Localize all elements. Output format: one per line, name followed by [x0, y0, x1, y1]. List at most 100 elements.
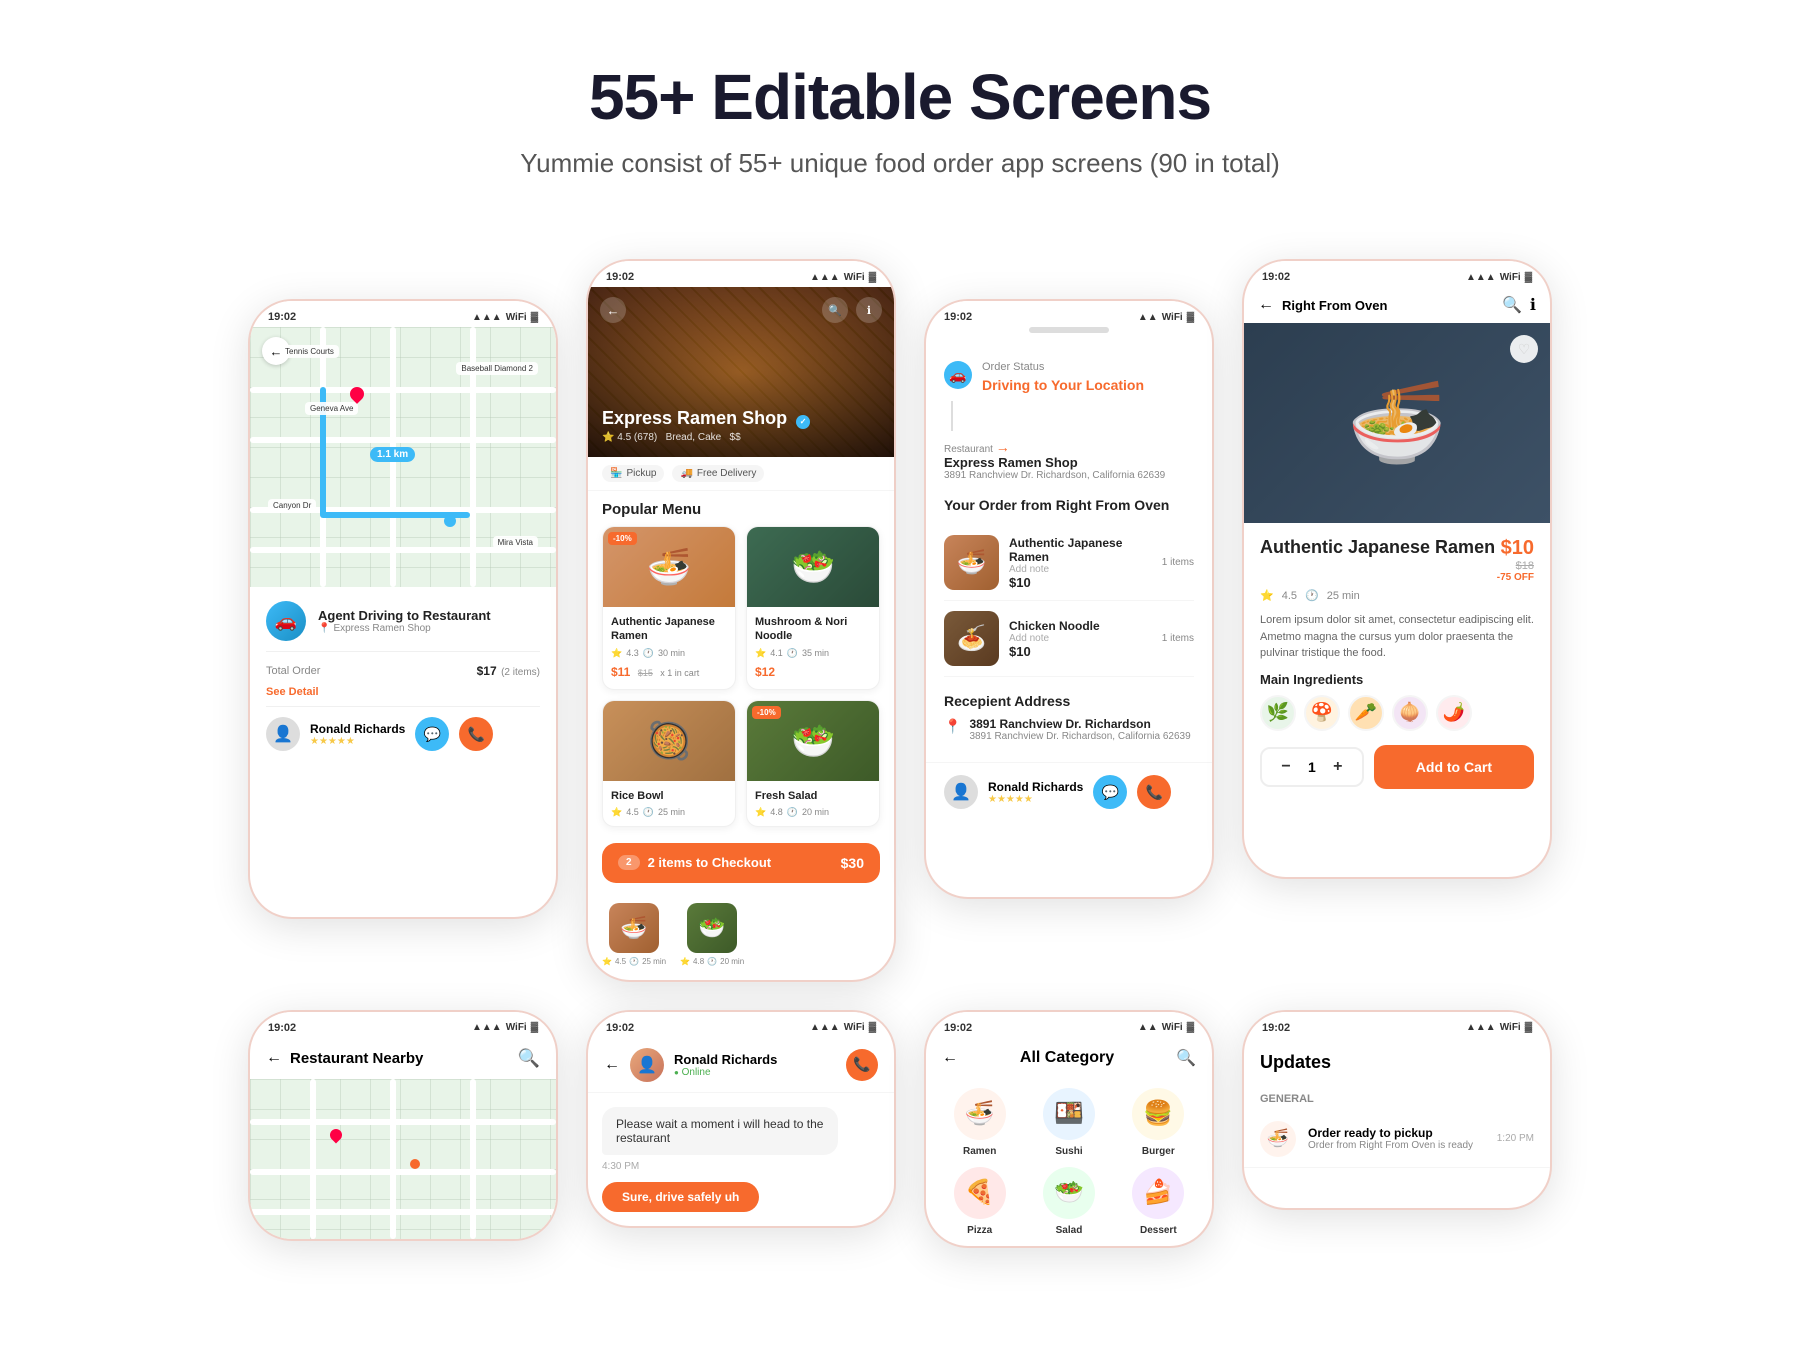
menu-card-bowl[interactable]: 🥘 Rice Bowl ⭐4.5 🕐25 min: [602, 700, 736, 827]
chat-avatar: 👤: [630, 1048, 664, 1082]
delivery-tag: 🚚 Free Delivery: [672, 465, 764, 482]
menu-info-bowl: Rice Bowl ⭐4.5 🕐25 min: [603, 781, 735, 826]
order-total: $17: [477, 664, 497, 678]
status-icons-1: ▲▲▲ WiFi ▓: [472, 312, 538, 323]
restaurant-action-icons: 🔍 ℹ: [822, 297, 882, 323]
food-hero: 🍜 ♡: [1244, 323, 1550, 523]
cat-pizza[interactable]: 🍕 Pizza: [940, 1167, 1019, 1236]
search-button[interactable]: 🔍: [822, 297, 848, 323]
back-icon-6[interactable]: ←: [604, 1056, 620, 1074]
info-button[interactable]: ℹ: [856, 297, 882, 323]
call-button-3[interactable]: 📞: [1137, 775, 1171, 809]
status-icons-8: ▲▲▲ WiFi ▓: [1466, 1022, 1532, 1033]
cat-label-dessert: Dessert: [1140, 1225, 1177, 1236]
heart-button[interactable]: ♡: [1510, 335, 1538, 363]
recipient-section: Recepient Address 📍 3891 Ranchview Dr. R…: [944, 693, 1194, 742]
top-screens-row: 19:02 ▲▲▲ WiFi ▓ 1.1 km ← Ten: [0, 219, 1800, 982]
price-new-1: $11: [611, 665, 630, 679]
back-button[interactable]: ←: [600, 297, 626, 323]
menu-grid: 🍜 -10% Authentic Japanese Ramen ⭐4.3 🕐30…: [588, 526, 894, 837]
message-button[interactable]: 💬: [415, 717, 449, 751]
order-item-note-2: Add note: [1009, 633, 1152, 644]
map-label-canyon: Canyon Dr: [268, 499, 316, 512]
update-name-1: Order ready to pickup: [1308, 1126, 1485, 1140]
restaurant-info: Express Ramen Shop ✓ ⭐ 4.5 (678) Bread, …: [602, 408, 810, 443]
back-icon-7[interactable]: ←: [942, 1049, 958, 1067]
menu-card-salad[interactable]: 🥗 -10% Fresh Salad ⭐4.8 🕐20 min: [746, 700, 880, 827]
chat-call-button[interactable]: 📞: [846, 1049, 878, 1081]
nav-title: Right From Oven: [1282, 298, 1387, 313]
order-summary-row: Total Order $17 (2 items): [266, 662, 540, 680]
driver-photo-3: 👤: [944, 775, 978, 809]
star-icon-food: ⭐: [1260, 589, 1274, 602]
call-button[interactable]: 📞: [459, 717, 493, 751]
wifi-icon-6: WiFi: [844, 1022, 865, 1033]
menu-rating-ramen: ⭐4.3 🕐30 min: [611, 648, 727, 659]
status-text-block: Order Status Driving to Your Location: [982, 361, 1144, 393]
delivery-icon: 🚚: [680, 468, 692, 479]
mini-road-v3: [470, 1079, 476, 1239]
signal-icon: ▲▲▲: [472, 312, 502, 323]
qty-number: 1: [1308, 759, 1316, 775]
status-block: 🚗 Order Status Driving to Your Location: [944, 361, 1194, 393]
search-icon-7[interactable]: 🔍: [1176, 1048, 1196, 1068]
status-bar-8: 19:02 ▲▲▲ WiFi ▓: [1244, 1012, 1550, 1038]
phone-order-status: 19:02 ▲▲ WiFi ▓ 🚗 Order Status Driving t…: [924, 299, 1214, 899]
back-icon-5[interactable]: ←: [266, 1049, 282, 1067]
checkout-label: 2 items to Checkout: [648, 855, 772, 870]
cat-icon-burger: 🍔: [1132, 1088, 1184, 1140]
addr-main: 3891 Ranchview Dr. Richardson: [969, 717, 1190, 731]
nearby-nav: ← Restaurant Nearby: [266, 1049, 423, 1067]
cat-burger[interactable]: 🍔 Burger: [1119, 1088, 1198, 1157]
ingredient-1: 🌿: [1260, 695, 1296, 731]
mini-map: [250, 1079, 556, 1239]
cat-ramen[interactable]: 🍜 Ramen: [940, 1088, 1019, 1157]
popular-menu-title: Popular Menu: [588, 491, 894, 526]
menu-card-noodle[interactable]: 🥗 Mushroom & Nori Noodle ⭐4.1 🕐35 min $1…: [746, 526, 880, 690]
map-label-ave: Geneva Ave: [305, 402, 358, 415]
dest-restaurant-name: Express Ramen Shop: [944, 455, 1194, 470]
status-bar-3: 19:02 ▲▲ WiFi ▓: [926, 301, 1212, 327]
bottom-screens-row: 19:02 ▲▲▲ WiFi ▓ ← Restaurant Nearby 🔍: [0, 982, 1800, 1288]
add-to-cart-button[interactable]: Add to Cart: [1374, 745, 1534, 789]
nav-info-icon[interactable]: ℹ: [1530, 295, 1536, 315]
cart-info-1: x 1 in cart: [660, 668, 699, 678]
status-icons-5: ▲▲▲ WiFi ▓: [472, 1022, 538, 1033]
food-name: Authentic Japanese Ramen: [1260, 537, 1497, 559]
nav-search-icon[interactable]: 🔍: [1502, 295, 1522, 315]
page-title: 55+ Editable Screens: [0, 60, 1800, 134]
food-discount-badge: -75 OFF: [1497, 572, 1534, 583]
star-icon-4: ⭐: [755, 807, 766, 818]
qty-plus-button[interactable]: +: [1326, 755, 1350, 779]
chat-time: 4:30 PM: [602, 1161, 880, 1172]
order-item-ramen: 🍜 Authentic Japanese Ramen Add note $10 …: [944, 525, 1194, 601]
signal-icon-4: ▲▲▲: [1466, 272, 1496, 283]
chat-online-status: ● Online: [674, 1067, 777, 1078]
cat-salad[interactable]: 🥗 Salad: [1029, 1167, 1108, 1236]
cat-sushi[interactable]: 🍱 Sushi: [1029, 1088, 1108, 1157]
menu-card-ramen[interactable]: 🍜 -10% Authentic Japanese Ramen ⭐4.3 🕐30…: [602, 526, 736, 690]
cat-label-sushi: Sushi: [1055, 1146, 1082, 1157]
search-icon-5[interactable]: 🔍: [518, 1048, 540, 1069]
qty-minus-button[interactable]: −: [1274, 755, 1298, 779]
chat-reply-button[interactable]: Sure, drive safely uh: [602, 1182, 759, 1212]
time-3: 19:02: [944, 311, 972, 323]
recipient-title: Recepient Address: [944, 693, 1194, 709]
menu-price-noodle: $12: [755, 663, 871, 681]
star-icon-3: ⭐: [611, 807, 622, 818]
checkout-left: 2 2 items to Checkout: [618, 855, 771, 870]
update-text-1: Order ready to pickup Order from Right F…: [1308, 1126, 1485, 1151]
recipient-addr: 📍 3891 Ranchview Dr. Richardson 3891 Ran…: [944, 717, 1194, 742]
back-icon[interactable]: ←: [1258, 296, 1274, 314]
cat-dessert[interactable]: 🍰 Dessert: [1119, 1167, 1198, 1236]
wifi-icon-2: WiFi: [844, 272, 865, 283]
nearby-header: ← Restaurant Nearby 🔍: [250, 1038, 556, 1079]
message-button-3[interactable]: 💬: [1093, 775, 1127, 809]
food-name-row: Authentic Japanese Ramen $10 $18 -75 OFF: [1260, 537, 1534, 583]
star-icon: ⭐: [611, 648, 622, 659]
restaurant-hero: ← 🔍 ℹ Express Ramen Shop ✓ ⭐ 4.5 (678) B…: [588, 287, 894, 457]
see-detail-link[interactable]: See Detail: [266, 686, 540, 698]
driver-avatar: 🚗: [266, 601, 306, 641]
menu-img-bowl: 🥘: [603, 701, 735, 781]
checkout-bar[interactable]: 2 2 items to Checkout $30: [602, 843, 880, 883]
